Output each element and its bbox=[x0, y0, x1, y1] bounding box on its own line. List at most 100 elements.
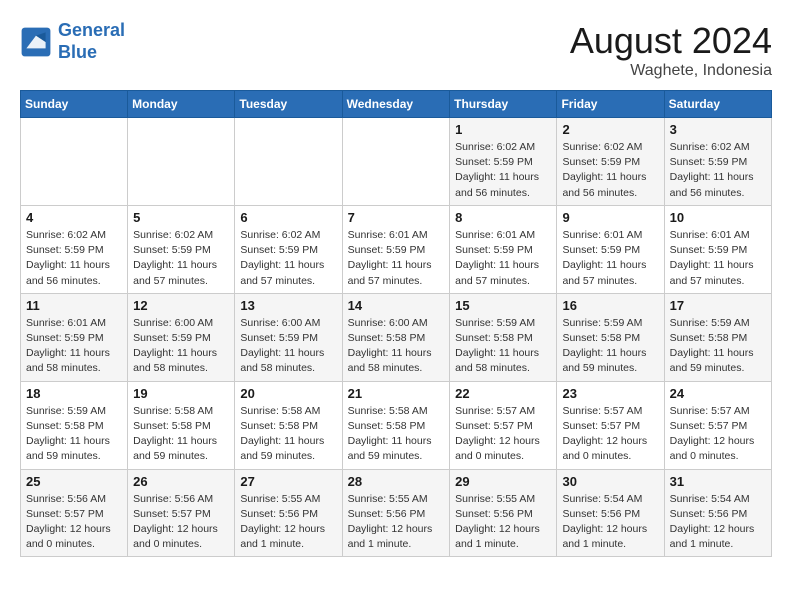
day-info: Sunrise: 5:57 AMSunset: 5:57 PMDaylight:… bbox=[562, 404, 658, 465]
day-number: 22 bbox=[455, 386, 551, 401]
day-number: 7 bbox=[348, 210, 445, 225]
day-info: Sunrise: 6:01 AMSunset: 5:59 PMDaylight:… bbox=[562, 228, 658, 289]
day-number: 27 bbox=[240, 474, 336, 489]
day-number: 10 bbox=[670, 210, 766, 225]
day-info: Sunrise: 5:56 AMSunset: 5:57 PMDaylight:… bbox=[26, 492, 122, 553]
day-info: Sunrise: 5:54 AMSunset: 5:56 PMDaylight:… bbox=[670, 492, 766, 553]
calendar-cell: 10 Sunrise: 6:01 AMSunset: 5:59 PMDayligh… bbox=[664, 205, 771, 293]
calendar-cell: 19 Sunrise: 5:58 AMSunset: 5:58 PMDayligh… bbox=[128, 381, 235, 469]
day-number: 13 bbox=[240, 298, 336, 313]
calendar-cell bbox=[235, 118, 342, 206]
day-number: 3 bbox=[670, 122, 766, 137]
logo-line2: Blue bbox=[58, 42, 97, 62]
day-info: Sunrise: 5:55 AMSunset: 5:56 PMDaylight:… bbox=[455, 492, 551, 553]
days-of-week-row: SundayMondayTuesdayWednesdayThursdayFrid… bbox=[21, 91, 772, 118]
day-info: Sunrise: 6:02 AMSunset: 5:59 PMDaylight:… bbox=[26, 228, 122, 289]
calendar-cell: 5Sunrise: 6:02 AMSunset: 5:59 PMDaylight… bbox=[128, 205, 235, 293]
page-header: General Blue August 2024 Waghete, Indone… bbox=[20, 20, 772, 80]
calendar-cell: 11Sunrise: 6:01 AMSunset: 5:59 PMDayligh… bbox=[21, 293, 128, 381]
calendar-cell bbox=[128, 118, 235, 206]
day-number: 2 bbox=[562, 122, 658, 137]
day-number: 31 bbox=[670, 474, 766, 489]
calendar-cell: 14Sunrise: 6:00 AMSunset: 5:58 PMDayligh… bbox=[342, 293, 450, 381]
calendar-cell: 21 Sunrise: 5:58 AMSunset: 5:58 PMDayligh… bbox=[342, 381, 450, 469]
logo-line1: General bbox=[58, 20, 125, 40]
day-info: Sunrise: 5:56 AMSunset: 5:57 PMDaylight:… bbox=[133, 492, 229, 553]
logo: General Blue bbox=[20, 20, 125, 63]
day-of-week-saturday: Saturday bbox=[664, 91, 771, 118]
week-row-3: 11Sunrise: 6:01 AMSunset: 5:59 PMDayligh… bbox=[21, 293, 772, 381]
day-number: 8 bbox=[455, 210, 551, 225]
calendar-cell: 7 Sunrise: 6:01 AMSunset: 5:59 PMDaylight… bbox=[342, 205, 450, 293]
day-number: 19 bbox=[133, 386, 229, 401]
day-info: Sunrise: 5:59 AMSunset: 5:58 PMDaylight:… bbox=[670, 316, 766, 377]
day-info: Sunrise: 6:00 AMSunset: 5:59 PMDaylight:… bbox=[240, 316, 336, 377]
calendar-cell: 3 Sunrise: 6:02 AMSunset: 5:59 PMDaylight… bbox=[664, 118, 771, 206]
calendar-cell: 1Sunrise: 6:02 AMSunset: 5:59 PMDaylight… bbox=[450, 118, 557, 206]
day-info: Sunrise: 5:55 AMSunset: 5:56 PMDaylight:… bbox=[240, 492, 336, 553]
calendar-cell: 9 Sunrise: 6:01 AMSunset: 5:59 PMDaylight… bbox=[557, 205, 664, 293]
day-of-week-sunday: Sunday bbox=[21, 91, 128, 118]
day-number: 26 bbox=[133, 474, 229, 489]
day-number: 4 bbox=[26, 210, 122, 225]
day-info: Sunrise: 5:59 AMSunset: 5:58 PMDaylight:… bbox=[562, 316, 658, 377]
day-info: Sunrise: 5:59 AMSunset: 5:58 PMDaylight:… bbox=[26, 404, 122, 465]
day-number: 9 bbox=[562, 210, 658, 225]
calendar-cell: 15 Sunrise: 5:59 AMSunset: 5:58 PMDayligh… bbox=[450, 293, 557, 381]
calendar-cell: 16Sunrise: 5:59 AMSunset: 5:58 PMDayligh… bbox=[557, 293, 664, 381]
calendar-cell: 24 Sunrise: 5:57 AMSunset: 5:57 PMDayligh… bbox=[664, 381, 771, 469]
week-row-4: 18 Sunrise: 5:59 AMSunset: 5:58 PMDayligh… bbox=[21, 381, 772, 469]
title-block: August 2024 Waghete, Indonesia bbox=[570, 20, 772, 80]
logo-icon bbox=[20, 26, 52, 58]
day-number: 14 bbox=[348, 298, 445, 313]
calendar-cell bbox=[21, 118, 128, 206]
day-info: Sunrise: 6:01 AMSunset: 5:59 PMDaylight:… bbox=[455, 228, 551, 289]
day-number: 18 bbox=[26, 386, 122, 401]
calendar-cell: 31 Sunrise: 5:54 AMSunset: 5:56 PMDayligh… bbox=[664, 469, 771, 557]
calendar-cell: 28Sunrise: 5:55 AMSunset: 5:56 PMDayligh… bbox=[342, 469, 450, 557]
calendar-cell: 18 Sunrise: 5:59 AMSunset: 5:58 PMDayligh… bbox=[21, 381, 128, 469]
day-info: Sunrise: 6:01 AMSunset: 5:59 PMDaylight:… bbox=[26, 316, 122, 377]
day-number: 24 bbox=[670, 386, 766, 401]
day-info: Sunrise: 6:01 AMSunset: 5:59 PMDaylight:… bbox=[670, 228, 766, 289]
day-number: 28 bbox=[348, 474, 445, 489]
location: Waghete, Indonesia bbox=[570, 62, 772, 80]
day-info: Sunrise: 6:02 AMSunset: 5:59 PMDaylight:… bbox=[562, 140, 658, 201]
day-of-week-friday: Friday bbox=[557, 91, 664, 118]
day-info: Sunrise: 5:58 AMSunset: 5:58 PMDaylight:… bbox=[133, 404, 229, 465]
day-info: Sunrise: 6:02 AMSunset: 5:59 PMDaylight:… bbox=[455, 140, 551, 201]
day-info: Sunrise: 5:57 AMSunset: 5:57 PMDaylight:… bbox=[670, 404, 766, 465]
day-number: 23 bbox=[562, 386, 658, 401]
calendar-body: 1Sunrise: 6:02 AMSunset: 5:59 PMDaylight… bbox=[21, 118, 772, 557]
week-row-5: 25Sunrise: 5:56 AMSunset: 5:57 PMDayligh… bbox=[21, 469, 772, 557]
day-number: 5 bbox=[133, 210, 229, 225]
day-info: Sunrise: 5:58 AMSunset: 5:58 PMDaylight:… bbox=[348, 404, 445, 465]
day-number: 15 bbox=[455, 298, 551, 313]
day-info: Sunrise: 6:01 AMSunset: 5:59 PMDaylight:… bbox=[348, 228, 445, 289]
calendar-cell: 6Sunrise: 6:02 AMSunset: 5:59 PMDaylight… bbox=[235, 205, 342, 293]
calendar-cell: 2 Sunrise: 6:02 AMSunset: 5:59 PMDaylight… bbox=[557, 118, 664, 206]
week-row-2: 4 Sunrise: 6:02 AMSunset: 5:59 PMDaylight… bbox=[21, 205, 772, 293]
day-number: 29 bbox=[455, 474, 551, 489]
calendar-cell: 12 Sunrise: 6:00 AMSunset: 5:59 PMDayligh… bbox=[128, 293, 235, 381]
calendar-cell: 13 Sunrise: 6:00 AMSunset: 5:59 PMDayligh… bbox=[235, 293, 342, 381]
day-number: 20 bbox=[240, 386, 336, 401]
calendar-cell: 27 Sunrise: 5:55 AMSunset: 5:56 PMDayligh… bbox=[235, 469, 342, 557]
day-info: Sunrise: 6:02 AMSunset: 5:59 PMDaylight:… bbox=[240, 228, 336, 289]
calendar-cell: 30Sunrise: 5:54 AMSunset: 5:56 PMDayligh… bbox=[557, 469, 664, 557]
calendar-cell: 17 Sunrise: 5:59 AMSunset: 5:58 PMDayligh… bbox=[664, 293, 771, 381]
day-info: Sunrise: 5:54 AMSunset: 5:56 PMDaylight:… bbox=[562, 492, 658, 553]
day-info: Sunrise: 5:57 AMSunset: 5:57 PMDaylight:… bbox=[455, 404, 551, 465]
calendar-cell: 22 Sunrise: 5:57 AMSunset: 5:57 PMDayligh… bbox=[450, 381, 557, 469]
calendar-cell bbox=[342, 118, 450, 206]
day-info: Sunrise: 6:00 AMSunset: 5:59 PMDaylight:… bbox=[133, 316, 229, 377]
day-info: Sunrise: 6:02 AMSunset: 5:59 PMDaylight:… bbox=[670, 140, 766, 201]
calendar-cell: 23 Sunrise: 5:57 AMSunset: 5:57 PMDayligh… bbox=[557, 381, 664, 469]
day-info: Sunrise: 5:59 AMSunset: 5:58 PMDaylight:… bbox=[455, 316, 551, 377]
day-number: 17 bbox=[670, 298, 766, 313]
day-number: 12 bbox=[133, 298, 229, 313]
calendar: SundayMondayTuesdayWednesdayThursdayFrid… bbox=[20, 90, 772, 557]
day-of-week-thursday: Thursday bbox=[450, 91, 557, 118]
logo-text: General Blue bbox=[58, 20, 125, 63]
day-number: 21 bbox=[348, 386, 445, 401]
